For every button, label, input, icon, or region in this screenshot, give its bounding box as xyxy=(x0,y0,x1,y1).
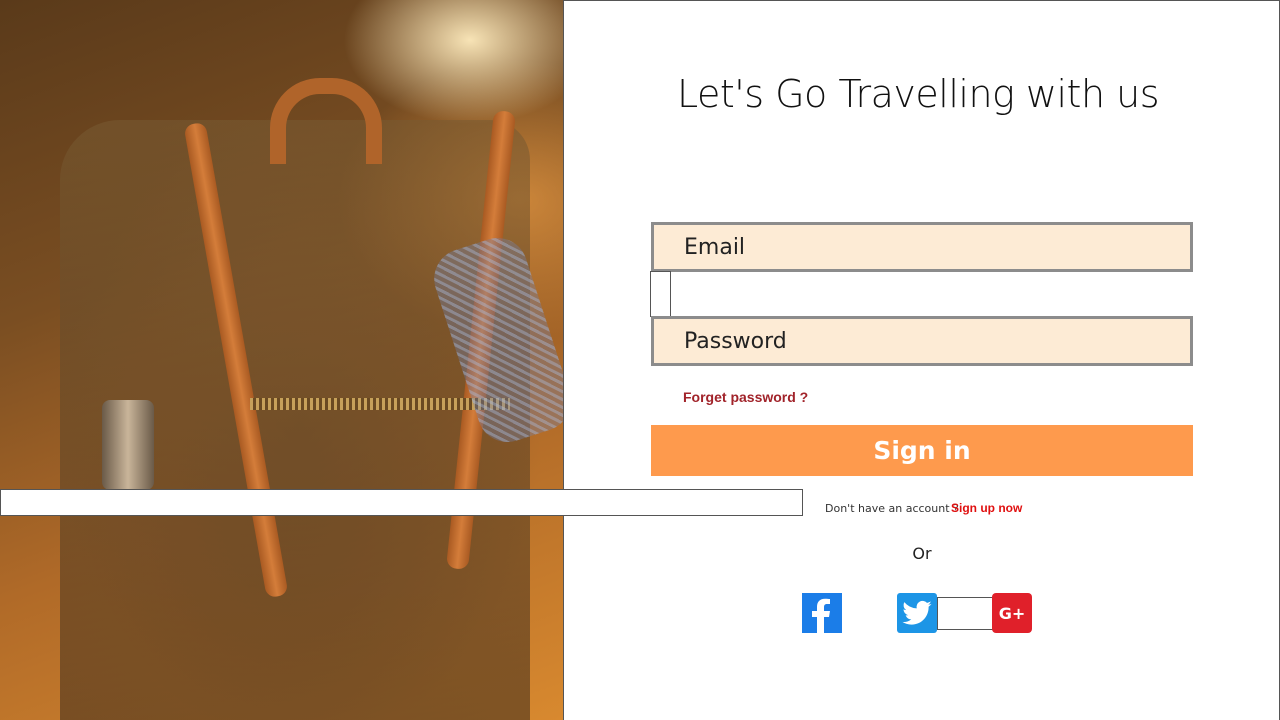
empty-box xyxy=(650,271,671,317)
empty-box xyxy=(937,597,994,630)
hero-image xyxy=(0,0,563,720)
panel-top-border xyxy=(563,0,1280,1)
twitter-icon xyxy=(902,600,932,625)
no-account-text: Don't have an account ? xyxy=(825,502,959,515)
flask-graphic xyxy=(102,400,154,490)
google-plus-icon: G+ xyxy=(998,603,1026,623)
page-title: Let's Go Travelling with us xyxy=(676,72,1160,116)
empty-strip xyxy=(0,489,803,516)
password-field[interactable] xyxy=(651,316,1193,366)
facebook-icon xyxy=(812,598,830,633)
backpack-handle xyxy=(270,78,382,164)
facebook-button[interactable] xyxy=(802,593,842,633)
email-field[interactable] xyxy=(651,222,1193,272)
password-input[interactable] xyxy=(654,319,1190,363)
or-separator: Or xyxy=(912,544,932,563)
panel-divider xyxy=(563,0,564,720)
email-input[interactable] xyxy=(654,225,1190,269)
google-plus-button[interactable]: G+ xyxy=(992,593,1032,633)
sign-in-button[interactable]: Sign in xyxy=(651,425,1193,476)
twitter-button[interactable] xyxy=(897,593,937,633)
sign-up-link[interactable]: Sign up now xyxy=(951,501,1022,515)
forget-password-link[interactable]: Forget password ? xyxy=(683,389,808,405)
